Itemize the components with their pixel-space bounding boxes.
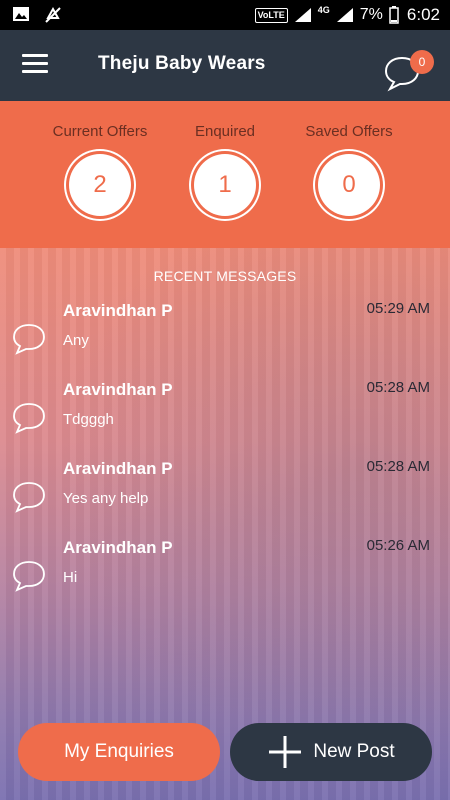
message-text: Hi — [63, 569, 78, 586]
section-title: RECENT MESSAGES — [153, 268, 297, 284]
new-post-label: New Post — [313, 741, 395, 762]
sender-name: Aravindhan P — [63, 538, 173, 557]
message-text: Any — [63, 332, 89, 349]
message-item[interactable]: Aravindhan P 05:28 AM Tdgggh — [0, 379, 450, 457]
stat-label: Saved Offers — [305, 123, 393, 140]
stat-label: Enquired — [194, 123, 256, 140]
hamburger-icon-line — [22, 62, 48, 65]
status-bar: VoLTE 4G 7% 6:02 — [0, 0, 450, 30]
volte-indicator: VoLTE — [254, 7, 288, 23]
message-bubble-icon — [13, 403, 45, 434]
my-enquiries-button[interactable]: My Enquiries — [18, 723, 220, 781]
battery-icon — [389, 6, 399, 24]
hamburger-icon-line — [22, 70, 48, 73]
chat-badge: 0 — [410, 50, 434, 74]
message-text: Yes any help — [63, 490, 149, 507]
signal-strength-icon — [336, 8, 353, 22]
muted-sync-icon — [45, 6, 61, 23]
stat-label: Current Offers — [52, 123, 148, 140]
app-toolbar: Theju Baby Wears 0 — [0, 30, 450, 101]
message-bubble-icon — [13, 324, 45, 355]
stat-current-offers[interactable]: Current Offers 2 — [30, 101, 170, 216]
message-item[interactable]: Aravindhan P 05:28 AM Yes any help — [0, 458, 450, 536]
recent-messages-section: RECENT MESSAGES Aravindhan P 05:29 AM An… — [0, 248, 450, 800]
stats-panel: Current Offers 2 Enquired 1 Saved Offers… — [0, 101, 450, 248]
message-item[interactable]: Aravindhan P 05:26 AM Hi — [0, 537, 450, 615]
signal-icon — [294, 8, 311, 22]
hamburger-icon — [22, 54, 48, 57]
new-post-button[interactable]: New Post — [230, 723, 432, 781]
message-bubble-icon — [13, 561, 45, 592]
my-enquiries-label: My Enquiries — [64, 741, 174, 762]
network-type: 4G — [317, 5, 330, 15]
stat-saved-offers[interactable]: Saved Offers 0 — [279, 101, 419, 216]
message-time: 05:26 AM — [366, 537, 430, 554]
plus-icon — [269, 736, 302, 768]
clock: 6:02 — [406, 5, 440, 24]
stat-value: 2 — [69, 154, 131, 216]
sender-name: Aravindhan P — [63, 301, 173, 320]
message-time: 05:29 AM — [366, 300, 430, 317]
stat-enquired[interactable]: Enquired 1 — [155, 101, 295, 216]
sender-name: Aravindhan P — [63, 380, 173, 399]
menu-button[interactable] — [22, 54, 48, 76]
app-title: Theju Baby Wears — [98, 53, 266, 74]
message-text: Tdgggh — [63, 411, 114, 428]
sender-name: Aravindhan P — [63, 459, 173, 478]
message-time: 05:28 AM — [366, 379, 430, 396]
message-item[interactable]: Aravindhan P 05:29 AM Any — [0, 300, 450, 378]
battery-percent: 7% — [359, 6, 383, 23]
message-bubble-icon — [13, 482, 45, 513]
stat-value: 0 — [318, 154, 380, 216]
image-notification-icon — [13, 7, 29, 21]
message-time: 05:28 AM — [366, 458, 430, 475]
stat-value: 1 — [194, 154, 256, 216]
